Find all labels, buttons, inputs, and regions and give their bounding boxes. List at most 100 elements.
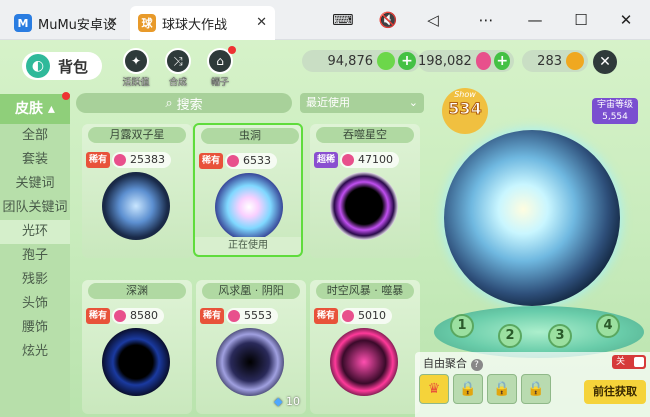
crown-icon: ♛ — [427, 381, 441, 397]
window-close-icon[interactable]: ✕ — [613, 8, 639, 32]
minimize-icon[interactable]: — — [522, 8, 548, 32]
search-label: 搜索 — [176, 97, 203, 113]
preview-slot-2[interactable]: 2 — [498, 324, 522, 348]
blue-gem-icon: ◆ — [274, 395, 283, 408]
window-title-bar: M MuMu安卓设 ✕ 球 球球大作战 ✕ ⌨ 🔇 ◁ ⋯ — ☐ ✕ — [0, 0, 650, 40]
level-value: 5,554 — [602, 112, 628, 122]
currency-candy: 198,082 + — [418, 50, 514, 72]
preview-slot-1[interactable]: 1 — [450, 314, 474, 338]
halo-orb-image — [102, 172, 170, 240]
skin-name: 月露双子星 — [88, 127, 186, 143]
sidebar: 皮肤 ▴ 全部 套装 关键词 团队关键词 光环 孢子 残影 头饰 腰饰 炫光 — [0, 94, 70, 417]
game-icon: 球 — [138, 14, 156, 32]
maximize-icon[interactable]: ☐ — [568, 8, 594, 32]
gem-count-value: 10 — [286, 395, 300, 408]
skin-price: 25383 — [112, 152, 171, 168]
go-obtain-button[interactable]: 前往获取 — [584, 380, 646, 404]
close-bag-button[interactable]: ✕ — [593, 50, 617, 74]
skin-name: 虫洞 — [201, 128, 299, 144]
skin-card[interactable]: 时空风暴 · 噬暴 稀有 5010 — [310, 280, 420, 414]
activity-label: 活跃值 — [122, 78, 150, 88]
sort-label: 最近使用 — [306, 96, 350, 109]
tab-game-label: 球球大作战 — [162, 17, 228, 33]
rarity-badge: 稀有 — [314, 308, 338, 324]
lock-icon: 🔒 — [527, 381, 545, 397]
show-value: 534 — [448, 99, 482, 119]
sidebar-item-afterimage[interactable]: 残影 — [0, 268, 70, 292]
preview-slot-3[interactable]: 3 — [548, 324, 572, 348]
sidebar-item-set[interactable]: 套装 — [0, 148, 70, 172]
notification-dot — [228, 46, 236, 54]
free-combine-panel: 自由聚合 ? 关 ♛ 🔒 🔒 🔒 前往获取 — [415, 352, 650, 417]
locked-slot[interactable]: 🔒 — [453, 374, 483, 404]
currency-coins: 283 — [522, 50, 588, 72]
sidebar-item-glow[interactable]: 炫光 — [0, 340, 70, 364]
search-icon: ⌕ — [165, 95, 173, 111]
tab-game[interactable]: 球 球球大作战 ✕ — [130, 6, 275, 40]
add-candy-button[interactable]: + — [494, 52, 510, 70]
avatar-slot[interactable]: ♛ — [419, 374, 449, 404]
sidebar-notification-dot — [62, 92, 70, 100]
game-area: ◐ 背包 ✦ 活跃值 ⤨ 合成 ⌂ 帽子 94,876 + 198,082 + … — [0, 40, 650, 417]
chevron-down-icon: ⌄ — [408, 96, 418, 109]
green-gem-icon — [377, 52, 395, 70]
rarity-badge: 超稀 — [314, 152, 338, 168]
halo-orb-image — [330, 328, 398, 396]
skin-price: 8580 — [112, 308, 164, 324]
sidebar-item-halo[interactable]: 光环 — [0, 220, 70, 244]
tab-mumu-label: MuMu安卓设 — [38, 17, 116, 33]
back-icon[interactable]: ◁ — [420, 8, 446, 32]
mumu-icon: M — [14, 14, 32, 32]
gold-coin-icon — [566, 52, 584, 70]
skin-name: 风求凰 · 阴阳 — [202, 283, 300, 299]
mute-icon[interactable]: 🔇 — [375, 8, 401, 32]
merge-label: 合成 — [168, 78, 187, 88]
preview-slot-4[interactable]: 4 — [596, 314, 620, 338]
sparkle-icon: ✦ — [123, 48, 149, 74]
sidebar-item-keyword[interactable]: 关键词 — [0, 172, 70, 196]
gems-value: 94,876 — [327, 53, 374, 69]
free-combine-toggle[interactable]: 关 — [612, 355, 646, 369]
free-combine-title-text: 自由聚合 — [423, 357, 467, 370]
free-combine-title: 自由聚合 ? — [423, 355, 483, 371]
rarity-badge: 稀有 — [86, 308, 110, 324]
sidebar-item-skin[interactable]: 皮肤 ▴ — [0, 94, 70, 124]
halo-orb-image — [330, 172, 398, 240]
lock-icon: 🔒 — [459, 381, 477, 397]
skin-card[interactable]: 深渊 稀有 8580 — [82, 280, 192, 414]
gem-count: ◆ 10 — [274, 395, 300, 408]
bag-label: 背包 — [58, 57, 89, 76]
halo-orb-image — [215, 173, 283, 241]
sidebar-item-all[interactable]: 全部 — [0, 124, 70, 148]
lock-icon: 🔒 — [493, 381, 511, 397]
hat-button[interactable]: ⌂ 帽子 — [200, 48, 240, 88]
in-use-label: 正在使用 — [195, 237, 301, 255]
merge-icon: ⤨ — [165, 48, 191, 74]
candy-value: 198,082 — [418, 53, 472, 69]
sidebar-item-headwear[interactable]: 头饰 — [0, 292, 70, 316]
close-icon[interactable]: ✕ — [107, 15, 118, 30]
activity-button[interactable]: ✦ 活跃值 — [116, 48, 156, 88]
keyboard-icon[interactable]: ⌨ — [330, 8, 356, 32]
skin-card[interactable]: 月露双子星 稀有 25383 — [82, 124, 192, 258]
locked-slot[interactable]: 🔒 — [521, 374, 551, 404]
skin-card[interactable]: 吞噬星空 超稀 47100 — [310, 124, 420, 258]
show-value-badge: Show 534 — [442, 88, 488, 134]
skin-card-selected[interactable]: 虫洞 稀有 6533 正在使用 — [193, 123, 303, 257]
sidebar-item-spore[interactable]: 孢子 — [0, 244, 70, 268]
bag-button[interactable]: ◐ 背包 — [22, 52, 102, 80]
locked-slot[interactable]: 🔒 — [487, 374, 517, 404]
more-icon[interactable]: ⋯ — [473, 8, 499, 32]
currency-gems: 94,876 + — [302, 50, 420, 72]
merge-button[interactable]: ⤨ 合成 — [158, 48, 198, 88]
tab-mumu[interactable]: M MuMu安卓设 ✕ — [6, 6, 126, 40]
sidebar-item-team-keyword[interactable]: 团队关键词 — [0, 196, 70, 220]
sidebar-item-waistwear[interactable]: 腰饰 — [0, 316, 70, 340]
level-badge: 宇宙等级 5,554 — [592, 98, 638, 124]
sort-dropdown[interactable]: 最近使用 ⌄ — [300, 93, 424, 113]
skin-card[interactable]: 风求凰 · 阴阳 稀有 5553 ◆ 10 — [196, 280, 306, 414]
help-icon[interactable]: ? — [470, 359, 483, 371]
close-icon[interactable]: ✕ — [256, 15, 267, 30]
search-input[interactable]: ⌕ 搜索 — [76, 93, 292, 113]
add-gems-button[interactable]: + — [398, 52, 416, 70]
